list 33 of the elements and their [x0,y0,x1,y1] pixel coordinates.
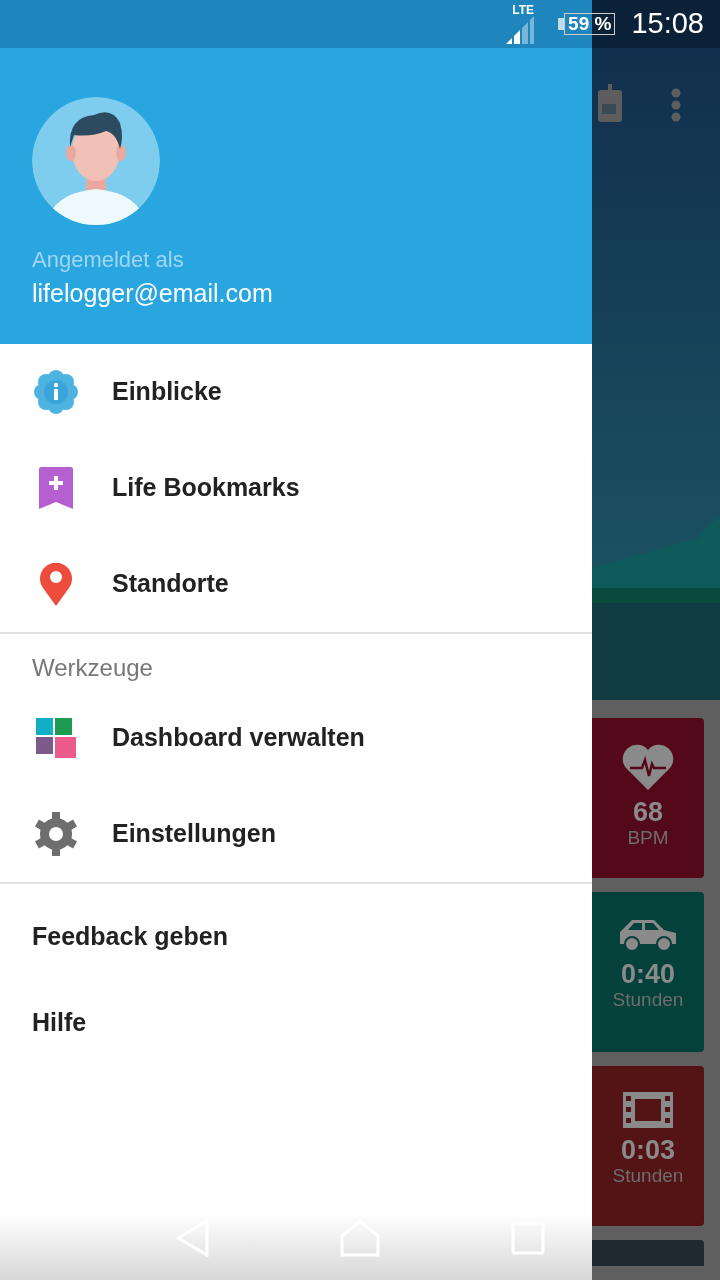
section-title: Werkzeuge [31,653,154,683]
home-button[interactable] [340,1219,380,1257]
recents-button[interactable] [510,1221,545,1255]
tile-value: 68 [632,798,663,828]
menu-item[interactable]: Einstellungen [0,786,592,882]
tile-value: 0:40 [620,960,675,990]
menu-item[interactable]: Standorte [0,536,592,632]
info-icon [34,370,78,414]
menu-item[interactable]: Life Bookmarks [0,440,592,536]
signed-in-label: Angemeldet als [32,247,185,274]
calendar-icon[interactable] [596,84,624,124]
menu-item[interactable]: Hilfe [0,980,592,1066]
signal-icon [506,16,535,44]
bookmark-plus-icon [39,467,73,509]
menu-item[interactable]: Einblicke [0,344,592,440]
network-label: LTE [512,4,535,16]
clock: 15:08 [631,6,704,42]
account-email: lifelogger@email.com [32,278,274,310]
menu-item[interactable]: Feedback geben [0,894,592,980]
tile-value: 0:03 [620,1136,675,1166]
tile-unit: BPM [627,827,669,849]
location-pin-icon [40,562,72,606]
tile-unit: Stunden [612,989,684,1011]
more-icon[interactable] [670,88,682,122]
car-icon [618,918,678,952]
settings-icon [34,812,78,856]
back-button[interactable] [175,1219,210,1257]
heart-rate-icon [622,744,674,790]
tile-unit: Stunden [612,1165,684,1187]
film-icon [623,1092,673,1128]
menu-item[interactable]: Dashboard verwalten [0,690,592,786]
tiles-icon [36,718,76,758]
battery-level: 59 % [564,12,616,36]
